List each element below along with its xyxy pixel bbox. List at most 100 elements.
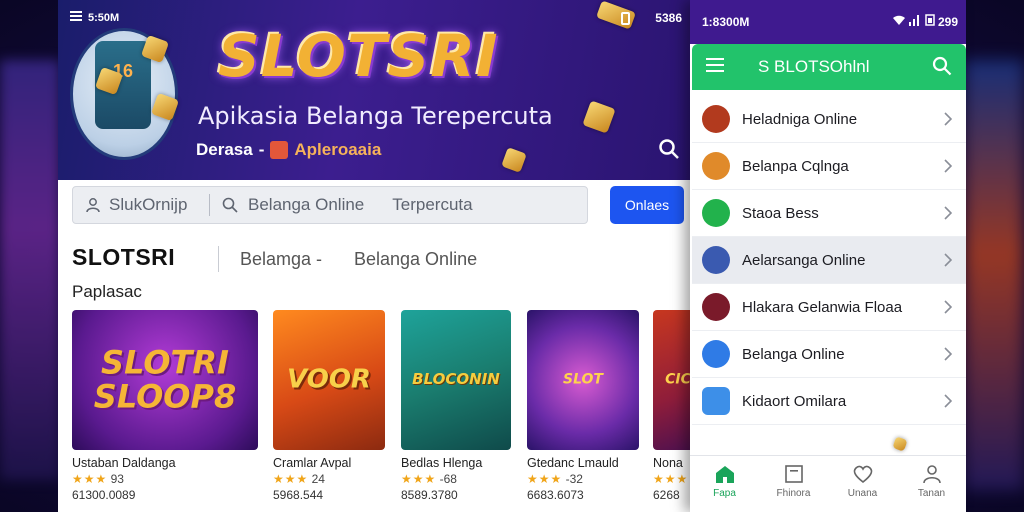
nav-profile[interactable]: Tanan — [897, 456, 966, 512]
brand-badge-icon — [270, 141, 289, 159]
rating-stars-icon: ★★★ — [72, 472, 108, 486]
game-card[interactable]: SLOT Gtedanc Lmauld ★★★ -32 6683.6073 — [527, 310, 639, 506]
menu-item-label: Heladniga Online — [742, 110, 858, 128]
hamburger-menu-icon[interactable] — [706, 58, 724, 72]
game-rating: ★★★ 93 — [72, 472, 184, 486]
menu-item-label: Belanpa Cqlnga — [742, 157, 849, 175]
nav-favorites[interactable]: Unana — [828, 456, 897, 512]
tag-prefix: Derasa — [196, 140, 253, 159]
search-query[interactable]: Belanga Online Terpercuta — [222, 195, 473, 215]
chevron-right-icon — [944, 159, 952, 173]
rating-stars-icon: ★★★ — [653, 472, 689, 486]
section-divider — [218, 246, 219, 272]
hero-tagline: Derasa - Apleroaaia — [196, 140, 381, 160]
search-query-sub: Terpercuta — [392, 195, 473, 214]
search-field-text: SlukOrnijp — [109, 195, 188, 214]
home-icon — [715, 466, 734, 483]
wifi-icon — [892, 15, 905, 25]
menu-item-label: Aelarsanga Online — [742, 251, 866, 269]
game-thumbnail[interactable]: SLOTRI SLOOP8 — [72, 310, 258, 450]
game-thumbnail[interactable]: BLOCONIN — [401, 310, 511, 450]
section-subtitle: Paplasac — [72, 282, 142, 301]
profile-icon — [922, 465, 941, 484]
search-field-label: SlukOrnijp — [73, 195, 203, 215]
chevron-right-icon — [944, 394, 952, 408]
game-rating: ★★★ -32 — [527, 472, 639, 486]
chevron-right-icon — [944, 206, 952, 220]
nav-label: Fhinora — [776, 488, 811, 499]
battery-icon — [621, 12, 630, 25]
menu-item[interactable]: Hlakara Gelanwia Floaa — [692, 284, 966, 331]
nav-label: Tanan — [917, 488, 946, 499]
menu-item[interactable]: Belanpa Cqlnga — [692, 143, 966, 190]
game-count: 5968.544 — [273, 488, 324, 502]
heart-icon — [853, 465, 872, 484]
game-card-list: SLOTRI SLOOP8 Ustaban Daldanga ★★★ 93 61… — [72, 310, 698, 510]
search-divider — [209, 194, 210, 216]
game-art-text: VOOR — [287, 364, 371, 395]
app-bar: S BLOTSOhlnl — [692, 44, 966, 90]
rating-stars-icon: ★★★ — [527, 472, 563, 486]
background-glow-right — [964, 60, 1024, 490]
chat-bubble-icon — [702, 199, 730, 227]
breadcrumb-item[interactable]: Belamga - — [240, 249, 322, 270]
rating-value: 93 — [110, 472, 124, 486]
search-icon[interactable] — [932, 56, 952, 76]
rating-stars-icon: ★★★ — [273, 472, 309, 486]
person-avatar-icon — [702, 152, 730, 180]
menu-icon[interactable] — [70, 10, 82, 24]
menu-item[interactable]: Staoa Bess — [692, 190, 966, 237]
game-count: 6683.6073 — [527, 488, 584, 502]
chevron-right-icon — [944, 253, 952, 267]
shopping-bag-icon — [702, 340, 730, 368]
hero-logo: SLOTSRI — [218, 22, 499, 90]
section-title: SLOTSRI — [72, 244, 176, 270]
chevron-right-icon — [944, 112, 952, 126]
menu-item-active[interactable]: Aelarsanga Online — [692, 237, 966, 284]
phone-status-battery: 299 — [937, 15, 958, 29]
phone-status-icons: 299 — [892, 14, 958, 29]
menu-item-label: Staoa Bess — [742, 204, 819, 222]
status-battery: 5386 — [655, 11, 682, 25]
nav-label: Fapa — [713, 488, 736, 499]
breadcrumb-item[interactable]: Belanga Online — [354, 249, 477, 270]
game-card[interactable]: VOOR Cramlar Avpal ★★★ 24 5968.544 — [273, 310, 385, 506]
tag-brand: Apleroaaia — [294, 140, 382, 159]
menu-item[interactable]: Kidaort Omilara — [692, 378, 966, 425]
game-rating: ★★★ 24 — [273, 472, 385, 486]
game-art-text: SLOT — [563, 371, 603, 388]
battery-icon — [924, 14, 935, 26]
chevron-right-icon — [944, 300, 952, 314]
search-icon — [222, 197, 238, 213]
user-icon — [86, 198, 100, 213]
game-art-text: CIC — [665, 371, 691, 388]
online-button[interactable]: Onlaes — [610, 186, 684, 224]
rating-value: 24 — [311, 472, 325, 486]
game-count: 8589.3780 — [401, 488, 458, 502]
game-card[interactable]: BLOCONIN Bedlas Hlenga ★★★ -68 8589.3780 — [401, 310, 513, 506]
phone-status-time: 1:8300M — [702, 15, 750, 29]
nav-home[interactable]: Fapa — [690, 456, 759, 512]
hero-subtitle: Apikasia Belanga Terepercuta — [198, 102, 553, 130]
game-count: 61300.0089 — [72, 488, 136, 502]
game-name: Gtedanc Lmauld — [527, 456, 619, 470]
game-card[interactable]: SLOTRI SLOOP8 Ustaban Daldanga ★★★ 93 61… — [72, 310, 258, 506]
signal-icon — [909, 15, 920, 26]
document-icon — [784, 465, 803, 483]
nav-documents[interactable]: Fhinora — [759, 456, 828, 512]
menu-item-label: Hlakara Gelanwia Floaa — [742, 298, 903, 316]
search-bar[interactable]: SlukOrnijp Belanga Online Terpercuta — [72, 186, 588, 224]
game-thumbnail[interactable]: SLOT — [527, 310, 639, 450]
menu-item[interactable]: Heladniga Online — [692, 96, 966, 143]
search-icon[interactable] — [658, 138, 680, 160]
menu-item-label: Belanga Online — [742, 345, 845, 363]
menu-list: Heladniga Online Belanpa Cqlnga Staoa Be… — [692, 96, 966, 425]
rating-value: -32 — [565, 472, 583, 486]
phone-panel: 1:8300M 299 S BLOTSOhlnl Heladniga Onlin… — [690, 0, 966, 512]
game-name: Bedlas Hlenga — [401, 456, 483, 470]
game-name: Cramlar Avpal — [273, 456, 352, 470]
menu-item[interactable]: Belanga Online — [692, 331, 966, 378]
coin-icon — [892, 436, 908, 452]
bottom-navigation: Fapa Fhinora Unana Tanan — [690, 455, 966, 512]
game-thumbnail[interactable]: VOOR — [273, 310, 385, 450]
